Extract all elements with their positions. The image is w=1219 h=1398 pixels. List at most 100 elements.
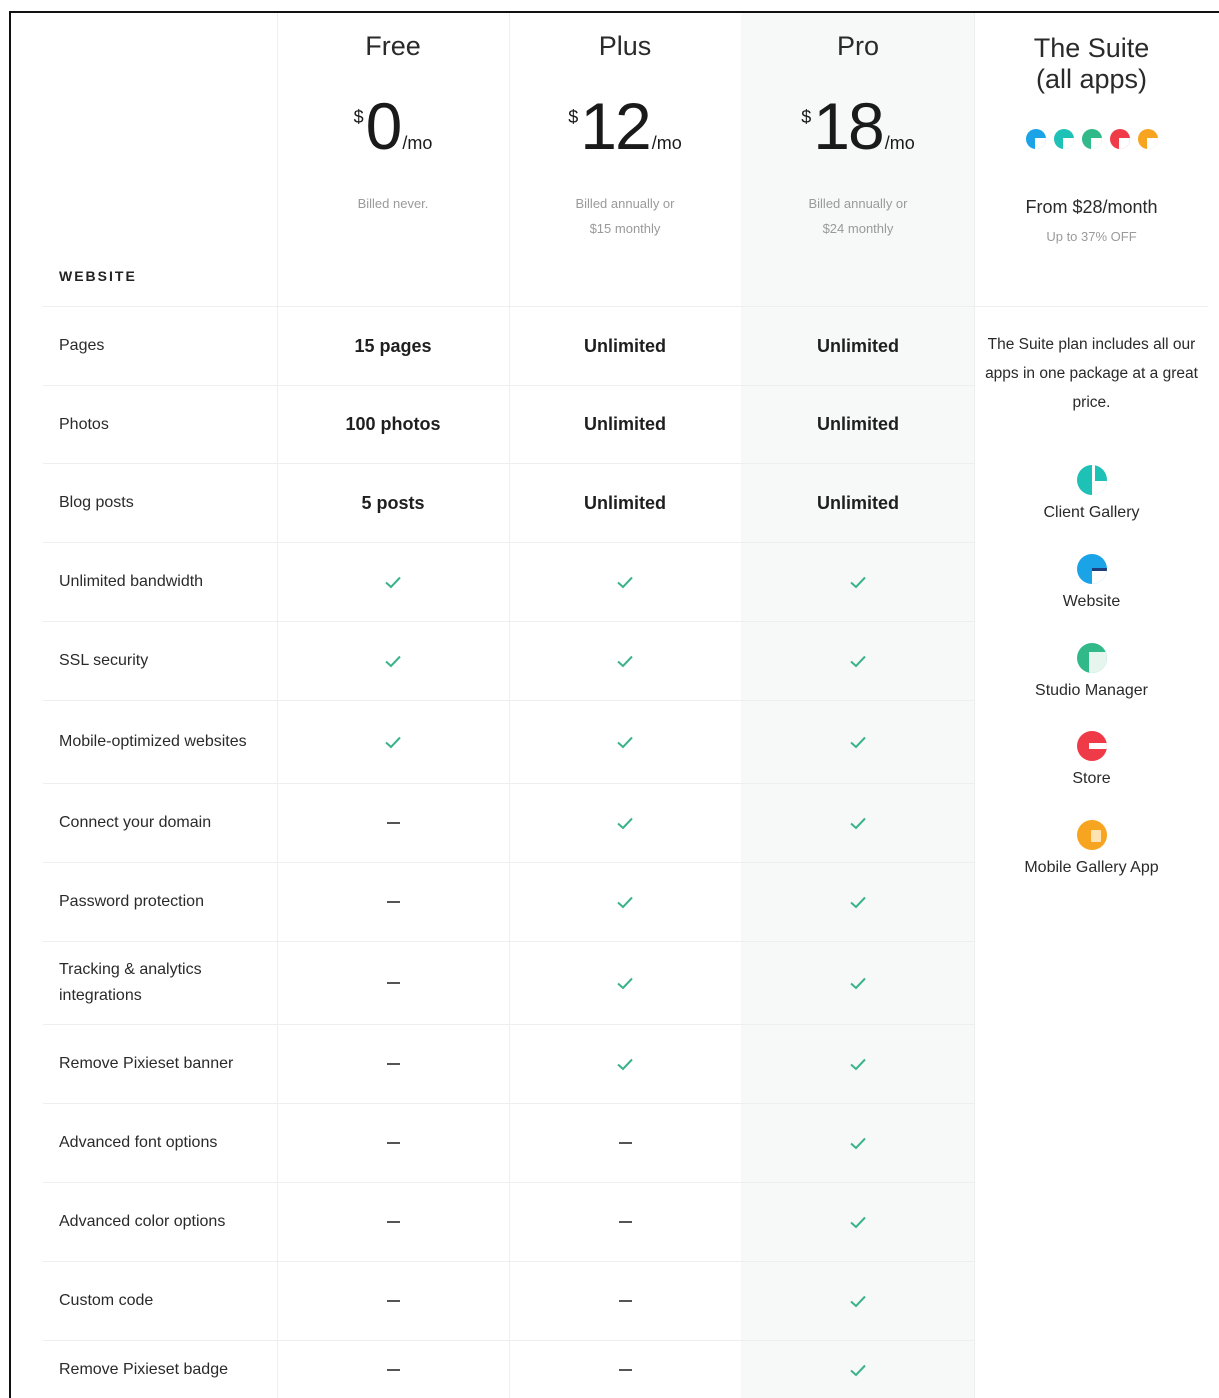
mobile-gallery-app-icon xyxy=(1076,820,1107,850)
dash-icon xyxy=(386,901,400,903)
feature-value-text: Unlimited xyxy=(583,414,666,434)
check-icon xyxy=(617,576,633,589)
feature-name: Advanced color options xyxy=(59,1213,226,1230)
dash-icon xyxy=(618,1368,632,1371)
feature-value-pro: Unlimited xyxy=(742,464,974,542)
billing-info: Billed annually or $24 monthly xyxy=(742,191,974,241)
feature-value-plus xyxy=(509,1341,741,1398)
feature-row-connect-your-domain: Connect your domain xyxy=(43,783,974,862)
feature-value-plus: Unlimited xyxy=(509,307,741,385)
feature-value-free xyxy=(277,1341,509,1398)
check-icon xyxy=(850,1058,866,1071)
feature-value-plus xyxy=(509,1183,741,1261)
check-icon xyxy=(850,977,866,990)
dash-icon xyxy=(618,1142,632,1144)
feature-row-tracking-and-analytics-integrations: Tracking & analytics integrations xyxy=(43,941,974,1024)
feature-value-plus: Unlimited xyxy=(509,386,741,463)
suite-panel: The Suite plan includes all our apps in … xyxy=(975,330,1208,417)
plan-header-pro: Pro $ 18 /mo Billed annually or $24 mont… xyxy=(742,13,974,306)
feature-name: Remove Pixieset banner xyxy=(59,1055,234,1072)
feature-value-free xyxy=(277,543,509,621)
feature-value-plus xyxy=(509,942,741,1024)
feature-name: Tracking & analytics integrations xyxy=(59,961,202,1004)
feature-row-blog-posts: Blog posts 5 posts Unlimited Unlimited xyxy=(43,463,974,542)
mobile-gallery-app-icon xyxy=(1137,129,1158,149)
feature-value-plus xyxy=(509,863,741,941)
check-icon xyxy=(850,576,866,589)
feature-value-plus: Unlimited xyxy=(509,464,741,542)
app-label: Website xyxy=(1062,593,1121,610)
feature-value-pro xyxy=(742,1025,974,1103)
check-icon xyxy=(385,576,401,589)
feature-value-plus xyxy=(509,1262,741,1340)
feature-value-free xyxy=(277,1262,509,1340)
feature-value-plus xyxy=(509,622,741,700)
suite-title-line-1: The Suite xyxy=(1033,33,1150,63)
feature-name: Pages xyxy=(59,337,105,354)
feature-value-pro xyxy=(742,1104,974,1182)
feature-value-free xyxy=(277,863,509,941)
studio-manager-icon xyxy=(1081,129,1102,149)
suite-title-line-2: (all apps) xyxy=(1035,64,1148,94)
feature-row-photos: Photos 100 photos Unlimited Unlimited xyxy=(43,385,974,463)
plan-price: $ 0 /mo xyxy=(277,91,509,161)
feature-value-pro xyxy=(742,1262,974,1340)
feature-value-pro: Unlimited xyxy=(742,386,974,463)
dash-icon xyxy=(386,1221,400,1223)
suite-app-studio-manager: Studio Manager xyxy=(975,643,1208,700)
check-icon xyxy=(850,736,866,749)
feature-value-text: Unlimited xyxy=(816,492,899,513)
dash-icon xyxy=(386,1142,400,1144)
feature-row-password-protection: Password protection xyxy=(43,862,974,941)
feature-value-text: Unlimited xyxy=(583,492,666,513)
feature-name: Blog posts xyxy=(59,494,134,511)
suite-app-icons xyxy=(975,129,1208,149)
suite-title: The Suite (all apps) xyxy=(975,33,1208,95)
feature-row-advanced-font-options: Advanced font options xyxy=(43,1103,974,1182)
feature-value-free xyxy=(277,784,509,862)
price-amount: 0 xyxy=(365,89,403,163)
check-icon xyxy=(850,896,866,909)
feature-value-plus xyxy=(509,784,741,862)
feature-value-pro xyxy=(742,784,974,862)
check-icon xyxy=(617,896,633,909)
price-period: /mo xyxy=(884,133,915,153)
feature-value-text: 5 posts xyxy=(361,492,425,513)
feature-name: Advanced font options xyxy=(59,1134,218,1151)
app-label: Studio Manager xyxy=(1035,682,1148,699)
app-label: Store xyxy=(1072,770,1111,787)
feature-value-pro xyxy=(742,543,974,621)
plan-price: $ 12 /mo xyxy=(509,91,741,161)
plan-header-free: Free $ 0 /mo Billed never. xyxy=(277,13,509,306)
check-icon xyxy=(617,977,633,990)
feature-value-text: 15 pages xyxy=(354,335,432,356)
website-icon xyxy=(1025,129,1046,149)
check-icon xyxy=(617,817,633,830)
feature-name: Remove Pixieset badge xyxy=(59,1360,228,1378)
plan-name: Free xyxy=(365,31,421,61)
suite-description: The Suite plan includes all our apps in … xyxy=(985,336,1198,411)
plan-name: Pro xyxy=(836,31,880,61)
check-icon xyxy=(385,736,401,749)
plan-name: Plus xyxy=(598,31,652,61)
studio-manager-icon xyxy=(1076,643,1107,673)
feature-name: Connect your domain xyxy=(59,814,212,831)
dash-icon xyxy=(386,1300,400,1302)
check-icon xyxy=(850,1137,866,1150)
check-icon xyxy=(850,1364,866,1376)
suite-app-website: Website xyxy=(975,554,1208,611)
price-amount: 12 xyxy=(580,89,651,163)
dash-icon xyxy=(386,1368,400,1371)
store-icon xyxy=(1076,731,1107,761)
feature-value-pro: Unlimited xyxy=(742,307,974,385)
feature-name: Mobile-optimized websites xyxy=(59,733,247,750)
price-period: /mo xyxy=(402,133,433,153)
feature-value-pro xyxy=(742,1341,974,1398)
feature-value-plus xyxy=(509,1025,741,1103)
plan-price: $ 18 /mo xyxy=(742,91,974,161)
check-icon xyxy=(850,817,866,830)
feature-value-pro xyxy=(742,863,974,941)
check-icon xyxy=(617,655,633,668)
feature-value-text: Unlimited xyxy=(583,335,666,356)
feature-value-free xyxy=(277,942,509,1024)
